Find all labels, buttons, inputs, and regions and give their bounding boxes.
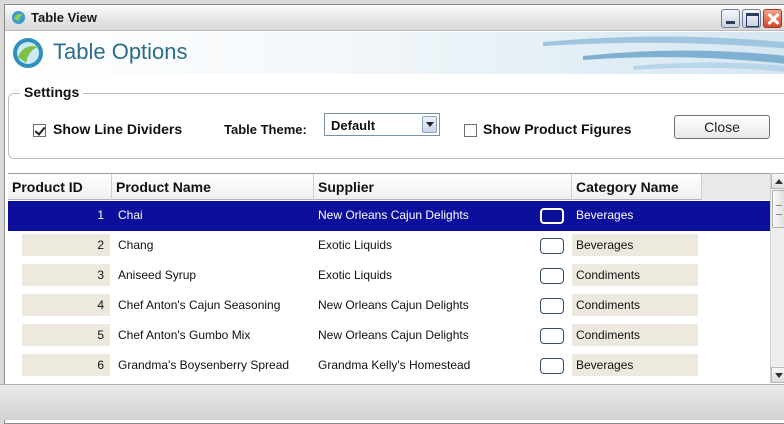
show-line-dividers-label: Show Line Dividers [53,121,183,137]
table-row[interactable]: 6 Grandma's Boysenberry Spread Grandma Kel… [8,351,778,381]
banner-title: Table Options [53,39,188,64]
maximize-button[interactable] [742,9,761,28]
cell-product-id[interactable]: 4 [22,294,110,316]
scroll-down-icon[interactable] [771,367,784,383]
scroll-thumb[interactable] [772,190,784,228]
show-product-figures-checkbox[interactable] [464,124,477,137]
cell-product-id[interactable]: 3 [22,264,110,286]
row-detail-button[interactable] [540,298,564,314]
row-detail-button[interactable] [540,358,564,374]
cell-supplier[interactable]: Grandma Kelly's Homestead [314,354,534,376]
cell-product-name[interactable]: Chang [114,234,310,256]
cell-supplier[interactable]: Exotic Liquids [314,264,534,286]
cell-product-id[interactable]: 6 [22,354,110,376]
header-banner: Table Options [5,32,784,74]
cell-category-name[interactable]: Beverages [572,354,698,376]
column-header-supplier[interactable]: Supplier [314,174,572,200]
cell-category-name[interactable]: Condiments [572,324,698,346]
minimize-button[interactable] [721,9,740,28]
product-table: Product ID Product Name Supplier Categor… [8,173,784,383]
row-detail-button[interactable] [540,268,564,284]
cell-product-id[interactable]: 5 [22,324,110,346]
title-bar: Table View [5,5,784,31]
cell-supplier[interactable]: New Orleans Cajun Delights [314,324,534,346]
table-row[interactable]: 2 Chang Exotic Liquids Beverages [8,231,778,261]
app-icon [11,10,26,25]
cell-category-name[interactable]: Beverages [572,204,698,226]
table-theme-value: Default [331,118,376,133]
cell-supplier[interactable]: New Orleans Cajun Delights [314,204,534,226]
column-header-filler [702,174,778,200]
table-row[interactable]: 5 Chef Anton's Gumbo Mix New Orleans Cajun… [8,321,778,351]
row-detail-button[interactable] [540,328,564,344]
column-header-product-name[interactable]: Product Name [112,174,314,200]
cell-category-name[interactable]: Condiments [572,294,698,316]
cell-category-name[interactable]: Condiments [572,264,698,286]
column-header-category-name[interactable]: Category Name [572,174,702,200]
table-theme-label: Table Theme: [224,122,307,137]
chevron-down-icon[interactable] [422,116,437,133]
cell-product-id[interactable]: 2 [22,234,110,256]
window-close-button[interactable] [763,9,782,28]
show-line-dividers-checkbox[interactable] [33,124,46,137]
cell-product-id[interactable]: 1 [22,204,110,226]
cell-category-name[interactable]: Beverages [572,234,698,256]
status-bar [0,384,784,420]
table-row[interactable]: 4 Chef Anton's Cajun Seasoning New Orleans… [8,291,778,321]
cell-supplier[interactable]: New Orleans Cajun Delights [314,294,534,316]
window-title: Table View [31,10,97,25]
banner-decoration [543,36,784,72]
cell-product-name[interactable]: Chef Anton's Cajun Seasoning [114,294,310,316]
cell-product-name[interactable]: Grandma's Boysenberry Spread [114,354,310,376]
table-row[interactable]: 1 Chai New Orleans Cajun Delights Beverages [8,201,778,231]
table-header: Product ID Product Name Supplier Categor… [8,174,784,200]
show-product-figures-label: Show Product Figures [483,121,632,137]
table-theme-select[interactable]: Default [324,113,440,136]
table-row[interactable]: 3 Aniseed Syrup Exotic Liquids Condiments [8,261,778,291]
cell-product-name[interactable]: Aniseed Syrup [114,264,310,286]
cell-supplier[interactable]: Exotic Liquids [314,234,534,256]
row-detail-button[interactable] [540,238,564,254]
settings-legend: Settings [20,84,84,100]
column-header-product-id[interactable]: Product ID [8,174,112,200]
cell-product-name[interactable]: Chai [114,204,310,226]
close-button[interactable]: Close [674,115,770,139]
scroll-up-icon[interactable] [771,173,784,189]
table-options-icon [13,38,43,68]
row-detail-button[interactable] [540,208,564,224]
cell-product-name[interactable]: Chef Anton's Gumbo Mix [114,324,310,346]
vertical-scrollbar[interactable] [770,173,784,383]
